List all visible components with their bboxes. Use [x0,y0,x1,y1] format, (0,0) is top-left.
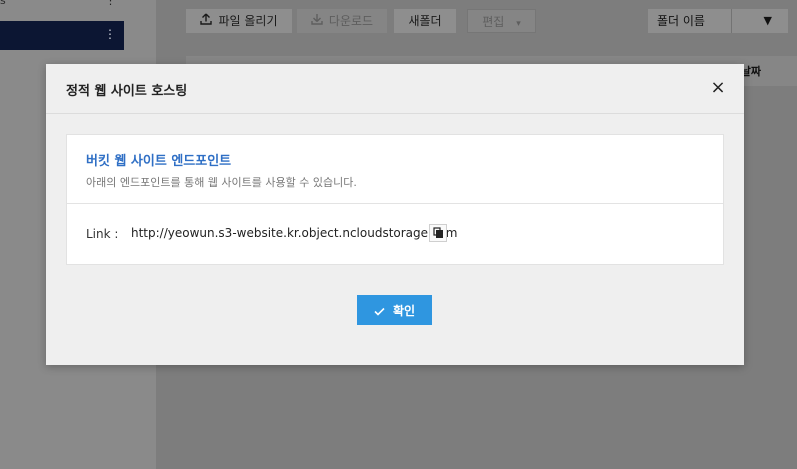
sort-select[interactable]: 폴더 이름 ▼ [648,9,788,33]
link-label: Link : [86,227,119,241]
upload-icon [200,9,213,33]
more-options-icon[interactable]: ⋮ [105,0,116,7]
confirm-button[interactable]: 확인 [357,295,432,325]
dialog-title: 정적 웹 사이트 호스팅 [66,84,188,99]
new-folder-label: 새폴더 [408,14,442,28]
sidebar-item-label: s [0,0,6,7]
new-folder-button[interactable]: 새폴더 [394,9,456,33]
download-button[interactable]: 다운로드 [297,9,387,33]
upload-file-button[interactable]: 파일 올리기 [186,9,292,33]
edit-label: 편집 [482,15,505,29]
endpoint-card: 버킷 웹 사이트 엔드포인트 아래의 엔드포인트를 통해 웹 사이트를 사용할 … [66,134,724,265]
divider [67,203,723,204]
sidebar-item-selected[interactable]: ⋮ [0,21,124,50]
copy-button[interactable] [429,224,447,242]
app-window: s ⋮ ⋮ 파일 올리기 다운로드 새폴더 편집 ▾ 폴더 이름 ▼ 날짜 정적… [0,0,797,469]
confirm-label: 확인 [392,303,416,318]
endpoint-card-description: 아래의 엔드포인트를 통해 웹 사이트를 사용할 수 있습니다. [86,176,357,189]
chevron-down-icon: ▾ [516,19,521,29]
endpoint-card-title: 버킷 웹 사이트 엔드포인트 [86,154,232,169]
dialog-header: 정적 웹 사이트 호스팅 × [46,64,744,114]
check-icon [374,305,385,319]
sort-select-value: 폴더 이름 [657,14,705,28]
close-icon[interactable]: × [710,79,726,97]
sidebar-item[interactable]: s ⋮ [0,0,124,12]
more-options-icon[interactable]: ⋮ [104,27,116,41]
endpoint-url[interactable]: http://yeowun.s3-website.kr.object.nclou… [131,226,457,240]
download-icon [311,9,323,33]
copy-icon [433,227,443,238]
upload-file-label: 파일 올리기 [218,14,278,28]
select-divider [731,9,732,33]
static-website-hosting-dialog: 정적 웹 사이트 호스팅 × 버킷 웹 사이트 엔드포인트 아래의 엔드포인트를… [46,64,744,365]
download-label: 다운로드 [328,14,374,28]
edit-button[interactable]: 편집 ▾ [467,9,536,33]
dropdown-caret-icon: ▼ [763,14,772,27]
